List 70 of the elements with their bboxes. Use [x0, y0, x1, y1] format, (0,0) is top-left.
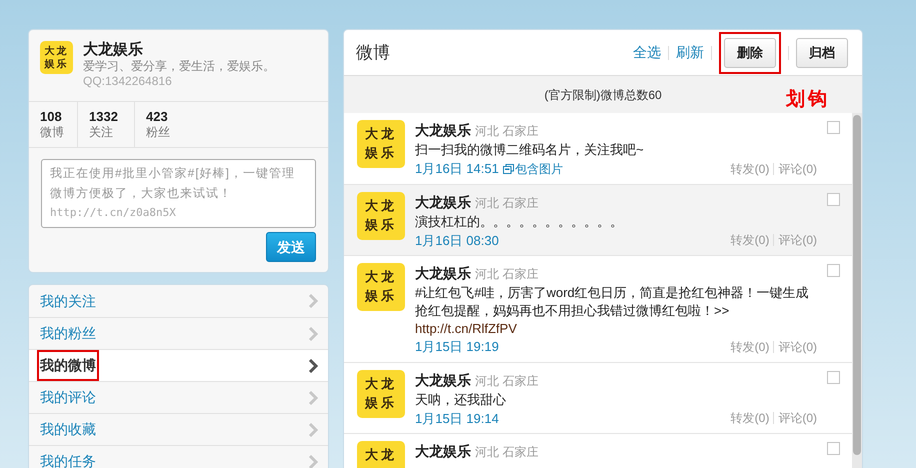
post-text: 天呐，还我甜心	[415, 390, 507, 408]
comment-link[interactable]: 评论(0)	[778, 409, 817, 428]
avatar-logo: 大龙娱乐	[357, 370, 405, 418]
comment-link[interactable]: 评论(0)	[778, 160, 817, 178]
post-author[interactable]: 大龙娱乐	[415, 120, 471, 141]
nav-item[interactable]: 我的收藏	[29, 413, 328, 445]
post-location: 河北 石家庄	[475, 372, 538, 390]
toolbar-link[interactable]: 刷新	[676, 42, 704, 63]
stat-count: 1332	[89, 109, 119, 124]
post-checkbox[interactable]	[827, 370, 840, 384]
annotation-text: 划钩	[786, 88, 830, 112]
post-checkbox[interactable]	[827, 264, 840, 277]
toolbar-button[interactable]: 归档	[796, 38, 848, 68]
repost-link[interactable]: 转发(0)	[730, 338, 770, 356]
chevron-right-icon	[308, 326, 318, 340]
avatar-logo: 大龙	[357, 441, 405, 468]
notice-text: (官方限制)微博总数60	[544, 86, 662, 104]
panel-title: 微博	[356, 42, 390, 64]
post-location: 河北 石家庄	[475, 194, 538, 212]
post-author[interactable]: 大龙娱乐	[415, 370, 471, 390]
post-location: 河北 石家庄	[475, 266, 538, 283]
stat-label: 微博	[40, 124, 65, 140]
chevron-right-icon	[308, 294, 318, 308]
post-author[interactable]: 大龙娱乐	[415, 441, 471, 462]
post-author[interactable]: 大龙娱乐	[415, 263, 471, 284]
comment-link[interactable]: 评论(0)	[778, 231, 817, 250]
post-text: 演技杠杠的。。。。。。。。。。。	[415, 212, 624, 230]
chevron-right-icon	[308, 390, 318, 404]
repost-link[interactable]: 转发(0)	[730, 231, 770, 250]
post-date[interactable]: 1月16日 14:51	[415, 159, 499, 178]
repost-link[interactable]: 转发(0)	[730, 409, 770, 428]
post-author[interactable]: 大龙娱乐	[415, 192, 471, 212]
toolbar-button[interactable]: 删除	[724, 38, 776, 68]
post-date[interactable]: 1月15日 19:14	[415, 408, 499, 428]
stat-count: 108	[40, 109, 63, 124]
post-text: 扫一扫我的微博二维码名片，关注我吧~	[415, 141, 645, 159]
avatar-logo: 大龙娱乐	[357, 120, 405, 168]
send-button[interactable]: 发送	[266, 232, 316, 262]
post-location: 河北 石家庄	[475, 123, 538, 140]
stat-label: 粉丝	[146, 124, 171, 140]
repost-link[interactable]: 转发(0)	[730, 160, 770, 178]
profile-name: 大龙娱乐	[83, 41, 144, 59]
avatar-logo: 大龙娱乐	[357, 263, 405, 311]
chevron-right-icon	[308, 358, 318, 372]
nav-item[interactable]: 我的关注	[29, 285, 328, 317]
stat-count: 423	[146, 109, 169, 124]
attachment-link[interactable]: 包含图片	[514, 160, 563, 178]
post-location: 河北 石家庄	[475, 444, 538, 461]
stat-label: 关注	[89, 124, 114, 140]
post-text: #让红包飞#哇，厉害了word红包日历，简直是抢红包神器！一键生成抢红包提醒，妈妈再也不用担心我错过微博红包啦！>>	[415, 284, 810, 320]
profile-bio: 爱学习、爱分享，爱生活，爱娱乐。	[83, 59, 275, 74]
post-date[interactable]: 1月16日 08:30	[415, 230, 499, 250]
toolbar-link[interactable]: 全选	[633, 42, 661, 63]
image-icon	[502, 164, 514, 174]
post-date[interactable]: 1月15日 19:19	[415, 337, 499, 356]
qq-number: QQ:1342264816	[83, 74, 173, 89]
chevron-right-icon	[308, 454, 318, 468]
chevron-right-icon	[308, 422, 318, 436]
post-link[interactable]: http://t.cn/RlfZfPV	[415, 320, 817, 337]
post-checkbox[interactable]	[827, 121, 840, 134]
post-checkbox[interactable]	[827, 192, 840, 206]
comment-link[interactable]: 评论(0)	[778, 338, 817, 356]
avatar-logo: 大龙娱乐	[40, 41, 73, 74]
composer-field[interactable]: 我正在使用#批里小管家#[好棒]，一键管理微博方便极了，大家也来试试！ http://t.cn/z0a8n5X	[41, 159, 316, 228]
nav-item[interactable]: 我的微博	[29, 349, 328, 381]
nav-item[interactable]: 我的任务	[29, 445, 328, 468]
post-checkbox[interactable]	[827, 442, 840, 455]
scrollbar-thumb[interactable]	[853, 115, 861, 455]
avatar-logo: 大龙娱乐	[357, 192, 405, 240]
nav-item[interactable]: 我的评论	[29, 381, 328, 413]
